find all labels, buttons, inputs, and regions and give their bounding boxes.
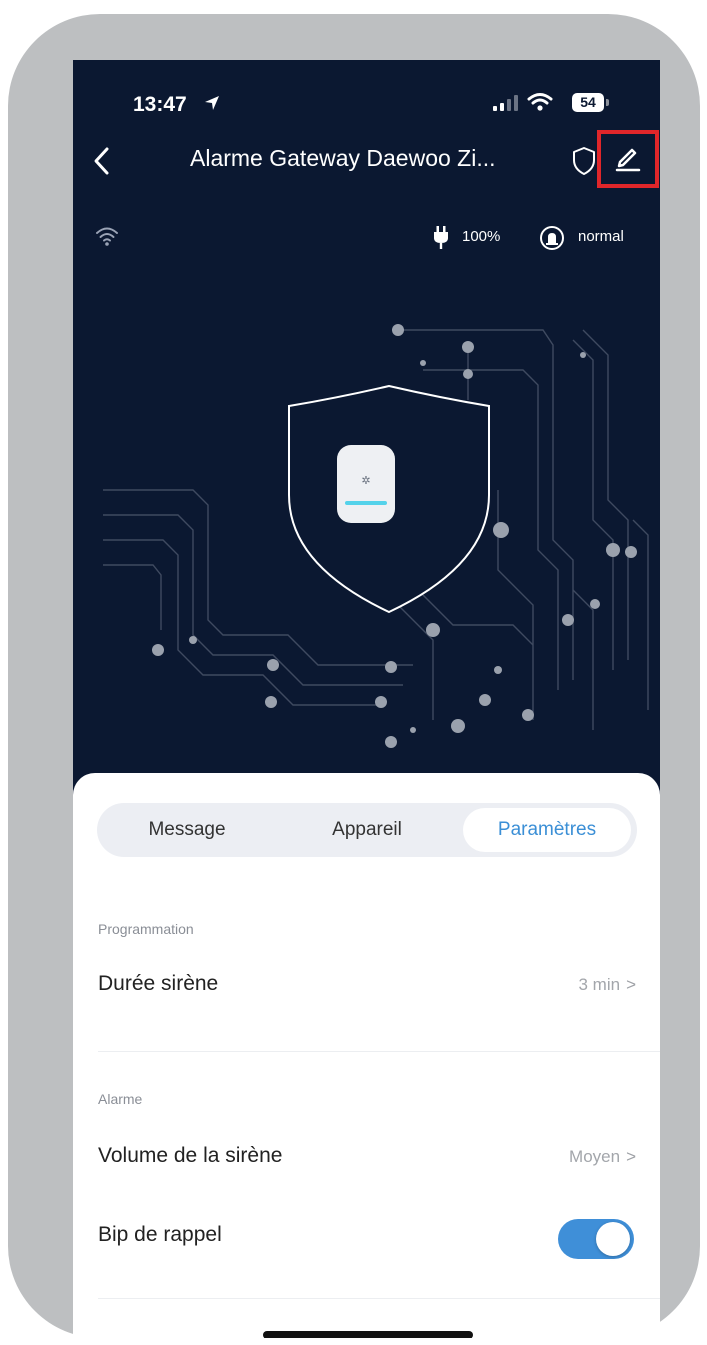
home-indicator [263,1331,473,1338]
section-programmation: Programmation [98,921,194,937]
battery-cap [606,99,609,106]
back-button[interactable] [87,143,117,179]
alarm-status: normal [578,228,624,245]
bip-rappel-label: Bip de rappel [98,1223,222,1246]
tab-bar: Message Appareil Paramètres [97,803,637,857]
tab-parametres[interactable]: Paramètres [463,808,631,852]
volume-sirene-label: Volume de la sirène [98,1144,283,1167]
divider [98,1051,660,1052]
chevron-right-icon: > [626,975,636,994]
bip-rappel-toggle[interactable] [558,1219,634,1259]
chevron-right-icon: > [626,1147,636,1166]
svg-text:✲: ✲ [361,474,370,487]
volume-sirene-value: Moyen [569,1147,621,1166]
status-time: 13:47 [133,93,187,116]
volume-sirene-value-wrap: Moyen > [569,1147,636,1167]
power-level: 100% [462,228,501,245]
toggle-knob [596,1222,630,1256]
duree-sirene-value: 3 min [578,975,621,994]
circuit-illustration: ✲ [103,324,649,748]
pencil-icon [615,148,641,172]
bip-rappel-row: Bip de rappel [73,1207,660,1267]
location-arrow-icon [205,96,219,110]
section-alarme: Alarme [98,1091,143,1107]
divider [98,1298,660,1299]
tab-message[interactable]: Message [103,808,271,852]
cellular-signal-icon [493,95,518,111]
wifi-status-icon [527,93,553,111]
page-title: Alarme Gateway Daewoo Zi... [190,145,496,171]
edit-button[interactable] [597,130,659,188]
phone-screen: 13:47 54 Alarme Gateway Daewoo Zi... 100… [73,60,660,1338]
wifi-icon [96,227,118,246]
duree-sirene-label: Durée sirène [98,972,219,995]
tab-appareil[interactable]: Appareil [283,808,451,852]
volume-sirene-row[interactable]: Volume de la sirène Moyen > [73,1128,660,1188]
duree-sirene-value-wrap: 3 min > [578,975,636,995]
duree-sirene-row[interactable]: Durée sirène 3 min > [73,956,660,1016]
shield-button[interactable] [571,146,597,176]
device-frame: 13:47 54 Alarme Gateway Daewoo Zi... 100… [8,14,700,1338]
settings-sheet: Message Appareil Paramètres Programmatio… [73,773,660,1338]
plug-icon [434,226,448,249]
alarm-status-icon [540,226,564,250]
battery-indicator: 54 [572,93,604,112]
